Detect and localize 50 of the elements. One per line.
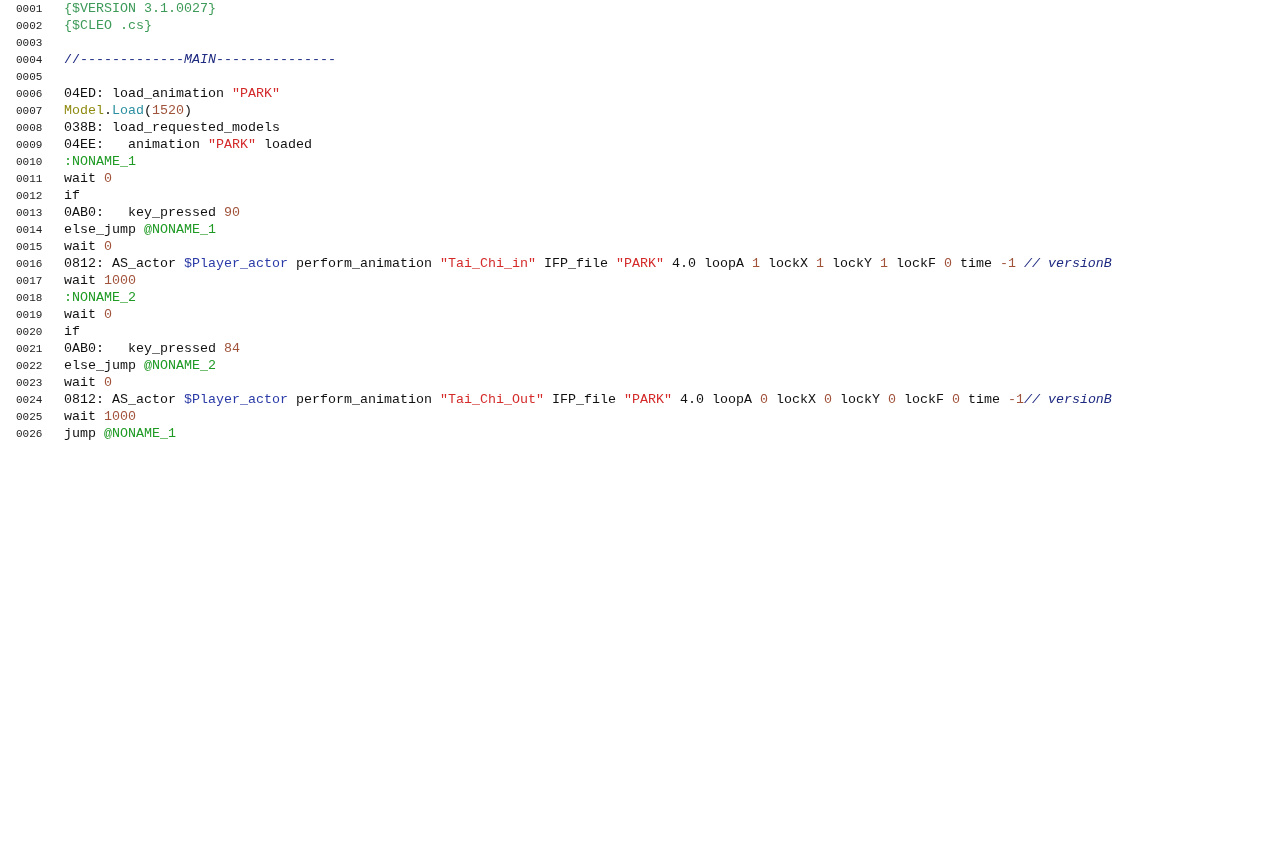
line-number: 0011 (16, 172, 44, 185)
code-line: 038B: load_requested_models (64, 120, 280, 135)
code-line: 04ED: load_animation "PARK" (64, 86, 280, 101)
code-line: else_jump @NONAME_1 (64, 222, 216, 237)
code-line: Model.Load(1520) (64, 103, 192, 118)
code-line: wait 1000 (64, 273, 136, 288)
code-line: //-------------MAIN--------------- (64, 52, 336, 67)
line-number: 0008 (16, 121, 44, 134)
line-number: 0001 (16, 2, 44, 15)
code-line: 0AB0: key_pressed 90 (64, 205, 240, 220)
line-number: 0014 (16, 223, 44, 236)
line-number: 0023 (16, 376, 44, 389)
line-number: 0018 (16, 291, 44, 304)
line-number: 0003 (16, 36, 44, 49)
line-number: 0005 (16, 70, 44, 83)
line-number: 0006 (16, 87, 44, 100)
code-line: 0812: AS_actor $Player_actor perform_animation "Tai_Chi_in" IFP_file "PARK" 4.0 loopA 1 lockX 1 lockY 1 lockF 0 time -1 // versionB (64, 256, 1112, 271)
code-line: jump @NONAME_1 (64, 426, 176, 441)
line-number: 0002 (16, 19, 44, 32)
code-line: wait 0 (64, 307, 112, 322)
code-line: wait 0 (64, 375, 112, 390)
line-number: 0017 (16, 274, 44, 287)
line-number: 0021 (16, 342, 44, 355)
code-line: if (64, 324, 80, 339)
line-number: 0016 (16, 257, 44, 270)
line-number: 0020 (16, 325, 44, 338)
line-number: 0009 (16, 138, 44, 151)
code-line: 04EE: animation "PARK" loaded (64, 137, 312, 152)
line-number: 0015 (16, 240, 44, 253)
line-number: 0010 (16, 155, 44, 168)
code-line: wait 0 (64, 171, 112, 186)
code-line: :NONAME_2 (64, 290, 136, 305)
line-number: 0025 (16, 410, 44, 423)
code-line: 0AB0: key_pressed 84 (64, 341, 240, 356)
line-number: 0012 (16, 189, 44, 202)
line-number: 0013 (16, 206, 44, 219)
line-number: 0022 (16, 359, 44, 372)
line-number: 0019 (16, 308, 44, 321)
line-number: 0024 (16, 393, 44, 406)
code-line: if (64, 188, 80, 203)
code-line: wait 0 (64, 239, 112, 254)
line-number: 0026 (16, 427, 44, 440)
code-line: 0812: AS_actor $Player_actor perform_animation "Tai_Chi_Out" IFP_file "PARK" 4.0 loopA 0 lockX 0 lockY 0 lockF 0 time -1// versionB (64, 392, 1112, 407)
code-line: {$CLEO .cs} (64, 18, 152, 33)
code-line: :NONAME_1 (64, 154, 136, 169)
line-number: 0004 (16, 53, 44, 66)
code-line: wait 1000 (64, 409, 136, 424)
line-number: 0007 (16, 104, 44, 117)
code-line: else_jump @NONAME_2 (64, 358, 216, 373)
code-line: {$VERSION 3.1.0027} (64, 1, 216, 16)
